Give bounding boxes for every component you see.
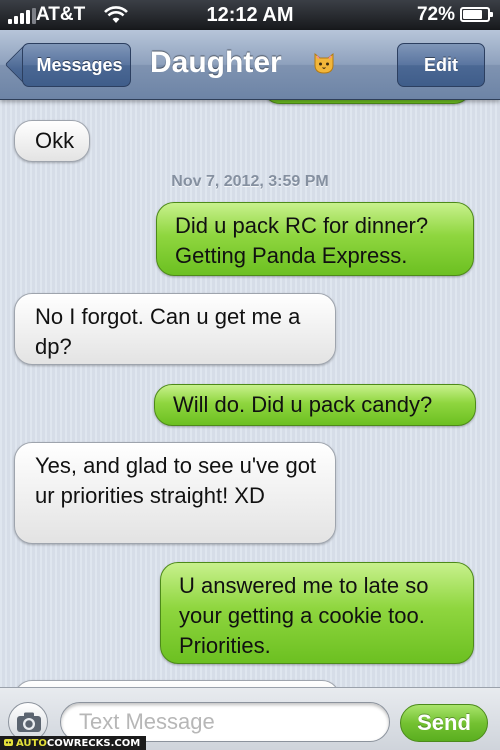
message-bubble-outgoing[interactable]: U answered me to late so your getting a … (160, 562, 481, 664)
message-bubble-incoming[interactable]: Yes, and glad to see u've got ur priorit… (7, 442, 336, 544)
message-text: Okk (35, 128, 75, 153)
battery-icon (460, 7, 493, 22)
site-watermark: AUTOCOWRECKS.COM (0, 736, 147, 750)
message-text: U answered me to late so your getting a … (179, 573, 429, 658)
conversation-title: Daughter (150, 46, 282, 79)
message-bubble-outgoing[interactable]: Did u pack RC for dinner? Getting Panda … (156, 202, 481, 276)
watermark-text: COWRECKS.COM (46, 738, 141, 749)
message-bubble-incoming[interactable]: No I forgot. Can u get me a dp? (7, 293, 336, 365)
cow-logo-icon (4, 739, 13, 746)
message-bubble-partial-outgoing (262, 100, 479, 104)
send-button[interactable]: Send (400, 704, 488, 742)
navigation-bar: Messages Daughter Edit (0, 30, 500, 100)
battery-percentage: 72% (416, 4, 455, 25)
battery-level (463, 10, 482, 19)
messages-back-button[interactable]: Messages (22, 43, 131, 87)
message-text: No I forgot. Can u get me a dp? (35, 304, 301, 359)
message-timestamp: Nov 7, 2012, 3:59 PM (171, 173, 329, 190)
message-text: Yes, and glad to see u've got ur priorit… (35, 453, 317, 508)
message-text: Did u pack RC for dinner? Getting Panda … (175, 213, 429, 268)
message-bubble-incoming[interactable]: Okk (7, 120, 90, 162)
status-bar: AT&T 12:12 AM 72% (0, 0, 500, 30)
watermark-prefix: AUTO (16, 738, 47, 749)
edit-button[interactable]: Edit (397, 43, 485, 87)
message-thread[interactable]: Okk Nov 7, 2012, 3:59 PM Did u pack RC f… (0, 100, 500, 687)
cat-face-icon (314, 52, 334, 74)
camera-icon (17, 712, 41, 732)
message-text: Will do. Did u pack candy? (173, 392, 433, 417)
message-bubble-outgoing[interactable]: Will do. Did u pack candy? (154, 384, 483, 426)
message-bubble-partial-incoming (14, 680, 340, 687)
